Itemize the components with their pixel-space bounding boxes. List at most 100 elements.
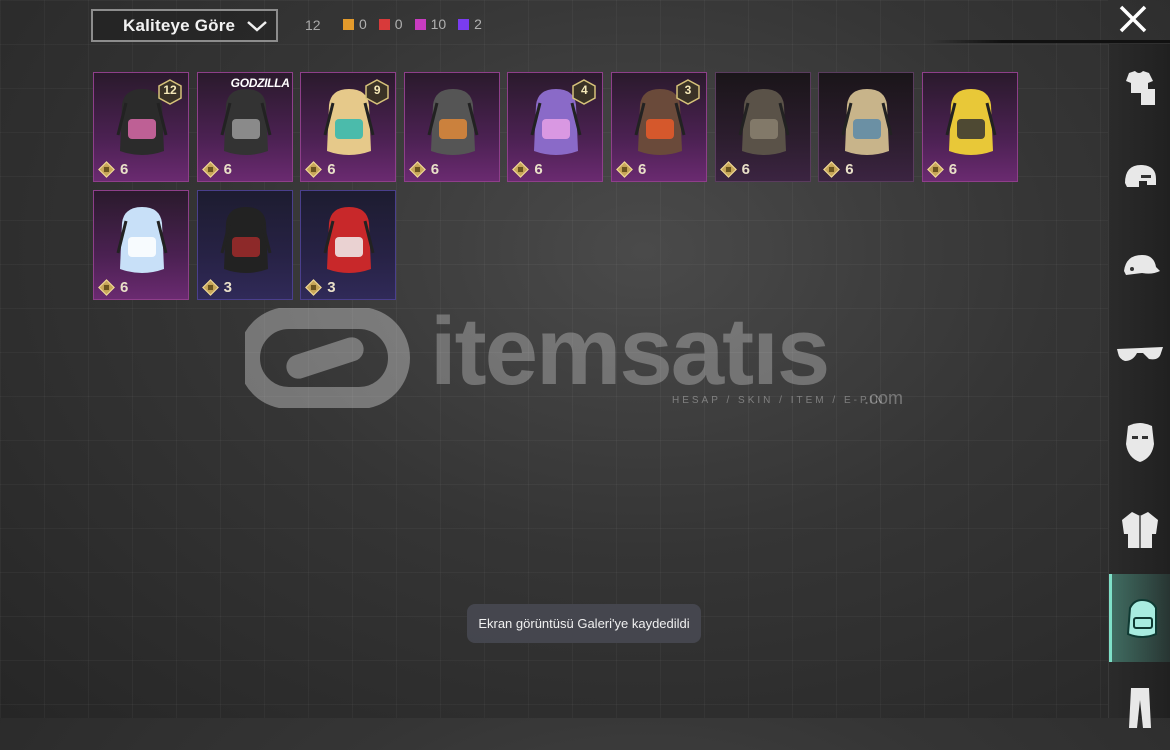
item-cost-value: 6 [430, 161, 440, 178]
orange-count: 0 [359, 16, 367, 32]
quality-count-violet: 2 [458, 16, 482, 32]
quality-count-purple: 10 [414, 16, 447, 32]
upgrade-material-icon [512, 161, 530, 178]
item-cost: 3 [305, 279, 336, 296]
item-cost: 6 [823, 161, 854, 178]
upgrade-material-icon [408, 161, 426, 178]
purple-swatch [414, 18, 426, 30]
orange-swatch [343, 18, 354, 30]
upgrade-material-icon [305, 161, 323, 178]
backpack-yellow-image [945, 89, 997, 155]
item-cost-value: 6 [638, 161, 647, 178]
sidebar-item-pants[interactable] [1109, 662, 1170, 750]
upgrade-material-icon [823, 161, 841, 178]
sidebar-item-jacket[interactable] [1109, 486, 1170, 574]
item-cost-value: 6 [948, 161, 958, 178]
backpack-item-card[interactable]: 6 [921, 72, 1018, 182]
category-sidebar [1108, 44, 1170, 728]
sidebar-item-backpack[interactable] [1109, 574, 1170, 662]
backpack-item-card[interactable]: 6 [403, 72, 500, 182]
backpack-item-card[interactable]: 6 12 [93, 72, 189, 182]
item-cost-value: 6 [120, 161, 129, 178]
item-cost: 6 [305, 161, 336, 178]
item-cost: 3 [201, 279, 232, 296]
itemsatis-logo [245, 308, 410, 408]
upgrade-material-icon [98, 279, 115, 296]
sidebar-item-outfit[interactable] [1109, 44, 1170, 132]
cap-icon [1124, 255, 1160, 275]
sort-dropdown[interactable]: Kaliteye Göre [91, 9, 278, 42]
item-level: 12 [163, 83, 177, 97]
red-count: 0 [394, 16, 403, 32]
purple-count: 10 [430, 16, 447, 32]
backpack-item-card[interactable]: 6 GODZILLA [196, 72, 293, 182]
upgrade-material-icon [926, 161, 944, 178]
backpack-item-card[interactable]: 3 [196, 190, 293, 300]
backpack-item-card[interactable]: 6 [93, 190, 189, 300]
item-cost: 6 [719, 161, 750, 178]
backpack-item-card[interactable]: 69 [300, 72, 397, 182]
item-brand-label: GODZILLA [230, 76, 290, 90]
quality-counts: 0 0 10 2 [343, 16, 482, 32]
upgrade-material-icon [201, 161, 219, 178]
backpack-icon [1126, 598, 1157, 638]
quality-count-orange: 0 [343, 16, 367, 32]
upgrade-material-icon [201, 279, 219, 296]
helmet-icon [1125, 165, 1156, 187]
sort-dropdown-label: Kaliteye Göre [123, 15, 236, 35]
backpack-item-card[interactable]: 6 [818, 72, 915, 182]
sidebar-item-mask[interactable] [1109, 398, 1170, 486]
screenshot-saved-toast: Ekran görüntüsü Galeri'ye kaydedildi [467, 604, 701, 643]
sidebar-item-cap[interactable] [1109, 222, 1170, 310]
item-level: 3 [684, 83, 692, 97]
sidebar-item-glasses[interactable] [1109, 310, 1170, 398]
backpack-snowman-image [116, 207, 168, 273]
red-swatch [378, 18, 390, 30]
item-cost: 6 [616, 161, 646, 178]
backpack-item-card[interactable]: 3 [300, 190, 397, 300]
item-cost-value: 6 [327, 161, 336, 178]
item-level: 4 [581, 83, 588, 97]
backpack-dark-red-image [220, 207, 272, 273]
item-cost-value: 6 [534, 161, 543, 178]
item-cost: 6 [98, 279, 128, 296]
jacket-icon [1122, 512, 1158, 548]
backpack-godzilla-image [220, 89, 272, 155]
violet-swatch [458, 18, 470, 30]
backpack-item-card[interactable]: 6 [714, 72, 811, 182]
item-level: 9 [373, 83, 381, 97]
sidebar-item-helmet[interactable] [1109, 134, 1170, 222]
total-item-count: 12 [305, 17, 321, 33]
item-cost-value: 6 [845, 161, 854, 178]
item-cost: 6 [98, 161, 128, 178]
backpack-pickaxe-image [427, 89, 479, 155]
item-cost-value: 6 [120, 279, 129, 296]
watermark-suffix: .com [864, 388, 904, 408]
close-icon[interactable] [1117, 3, 1149, 35]
item-cost-value: 3 [327, 279, 336, 296]
backpack-graffiti-image [841, 89, 893, 155]
glasses-icon [1117, 347, 1163, 361]
violet-count: 2 [474, 16, 482, 32]
upgrade-material-icon [98, 161, 115, 178]
outfit-icon [1126, 71, 1155, 105]
upgrade-material-icon [719, 161, 737, 178]
item-cost: 6 [408, 161, 440, 178]
item-cost-value: 6 [741, 161, 750, 178]
item-cost-value: 3 [223, 279, 232, 296]
item-cost: 6 [512, 161, 543, 178]
watermark-tagline: HESAP / SKIN / ITEM / E-PIN [672, 395, 886, 406]
item-cost: 6 [201, 161, 232, 178]
mask-icon [1126, 423, 1154, 462]
backpack-item-card[interactable]: 64 [507, 72, 604, 182]
watermark-brand: itemsatıs [430, 298, 830, 405]
chevron-down-icon [247, 20, 267, 32]
backpack-red-liverpool-image [323, 207, 375, 273]
item-cost-value: 6 [223, 161, 232, 178]
backpack-item-card[interactable]: 63 [611, 72, 707, 182]
pants-icon [1129, 688, 1151, 728]
backpack-spiky-flower-image [738, 89, 790, 155]
item-cost: 6 [926, 161, 958, 178]
upgrade-material-icon [305, 279, 323, 296]
quality-count-red: 0 [378, 16, 403, 32]
